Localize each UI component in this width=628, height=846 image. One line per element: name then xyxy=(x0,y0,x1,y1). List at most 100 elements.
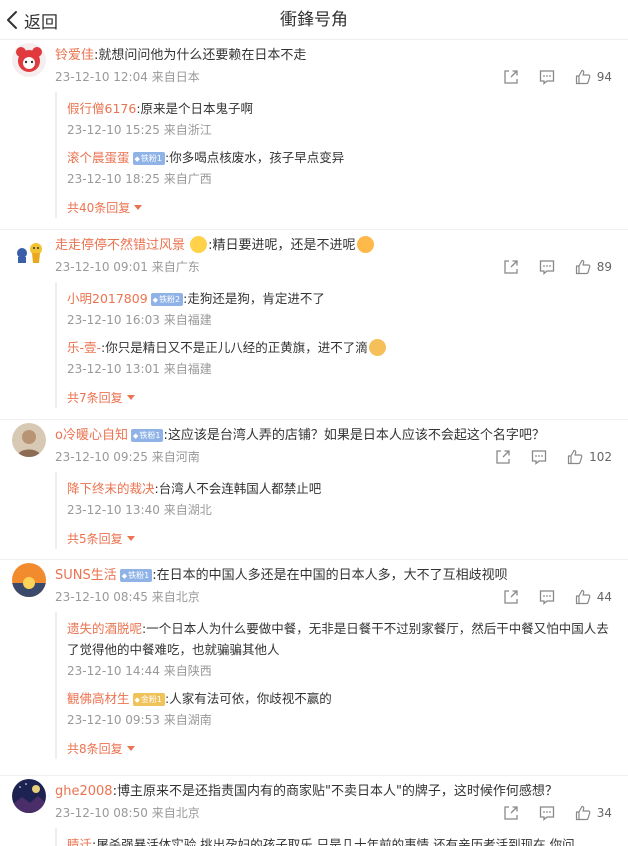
comment-icon xyxy=(531,450,547,465)
share-icon xyxy=(504,260,518,274)
comment-feed: 铃爱佳:就想问问他为什么还要赖在日本不走 23-12-10 12:04 来自日本… xyxy=(0,40,628,846)
caret-down-icon xyxy=(126,395,135,400)
reply-time: 23-12-10 13:01 xyxy=(67,362,160,376)
reply-body: :原来是个日本鬼子啊 xyxy=(136,101,254,116)
like-count: 44 xyxy=(596,590,612,604)
reply-list: 遗失的酒脱呢:一个日本人为什么要做中餐，无非是日餐干不过别家餐厅，然后干中餐又怕… xyxy=(55,612,616,759)
reply-button[interactable] xyxy=(539,589,555,605)
comment-actions: 34 xyxy=(483,802,612,824)
comment-text: 走走停停不然错过风景 :精日要进呢，还是不进呢 xyxy=(0,236,628,256)
share-button[interactable] xyxy=(503,589,519,605)
reply-source: 来自湖北 xyxy=(163,503,212,517)
reply-item: 遗失的酒脱呢:一个日本人为什么要做中餐，无非是日餐干不过别家餐厅，然后干中餐又怕… xyxy=(67,618,616,682)
username-link[interactable]: ghe2008 xyxy=(55,784,113,799)
reply-item: 假行僧6176:原来是个日本鬼子啊 23-12-10 15:25 来自浙江 xyxy=(67,98,616,141)
reply-item: 滚个晨蛋蛋 ◆铁粉1:你多喝点核废水，孩子早点变异 23-12-10 18:25 … xyxy=(67,147,616,190)
reply-button[interactable] xyxy=(539,259,555,275)
username-link[interactable]: SUNS生活 xyxy=(55,568,117,583)
like-button[interactable]: 102 xyxy=(567,446,612,468)
surprised-emoji-icon xyxy=(356,236,374,253)
reply-source: 来自浙江 xyxy=(163,123,212,137)
more-replies-link[interactable]: 共40条回复 xyxy=(67,198,143,218)
comment-actions: 44 xyxy=(483,586,612,608)
like-button[interactable]: 89 xyxy=(575,256,612,278)
comment-item: o冷暖心自知 ◆铁粉1:这应该是台湾人弄的店铺？如果是日本人应该不会起这个名字吧？… xyxy=(0,420,628,560)
page-title: 衝鋒号角 xyxy=(280,10,348,30)
smile-emoji-icon xyxy=(190,236,208,253)
comment-item: ghe2008:博主原来不是还指责国内有的商家贴"不卖日本人"的牌子，这时候作何… xyxy=(0,776,628,846)
caret-down-icon xyxy=(134,205,143,210)
reply-username[interactable]: 小明2017809 xyxy=(67,291,148,306)
reply-time: 23-12-10 15:25 xyxy=(67,123,160,137)
comment-text: o冷暖心自知 ◆铁粉1:这应该是台湾人弄的店铺？如果是日本人应该不会起这个名字吧？ xyxy=(0,426,628,446)
reply-body: :你多喝点核废水，孩子早点变异 xyxy=(165,150,345,165)
reply-source: 来自陕西 xyxy=(163,664,212,678)
reply-body: :屠杀强暴活体实验 挑出孕妇的孩子取乐 只是几十年前的事情 还有亲历者活到现在 … xyxy=(92,837,575,846)
share-icon xyxy=(504,806,518,820)
comment-item: 走走停停不然错过风景 :精日要进呢，还是不进呢 23-12-10 09:01 来… xyxy=(0,230,628,420)
reply-time: 23-12-10 18:25 xyxy=(67,172,160,186)
reply-list: 假行僧6176:原来是个日本鬼子啊 23-12-10 15:25 来自浙江 滚个… xyxy=(55,92,616,218)
reply-list: 小明2017809 ◆铁粉2:走狗还是狗，肯定进不了 23-12-10 16:03… xyxy=(55,282,616,408)
like-count: 34 xyxy=(596,806,612,820)
reply-body: :走狗还是狗，肯定进不了 xyxy=(183,291,325,306)
comment-source: 来自北京 xyxy=(151,590,200,604)
reply-item: 睛迁:屠杀强暴活体实验 挑出孕妇的孩子取乐 只是几十年前的事情 还有亲历者活到现… xyxy=(67,834,616,846)
share-button[interactable] xyxy=(495,449,511,465)
like-button[interactable]: 44 xyxy=(575,586,612,608)
comment-source: 来自广东 xyxy=(151,260,200,274)
reply-button[interactable] xyxy=(531,449,547,465)
reply-username[interactable]: 観佛高材生 xyxy=(67,691,130,706)
back-label: 返回 xyxy=(24,12,58,33)
fan-badge: ◆铁粉1 xyxy=(130,429,164,442)
fan-badge: ◆铁粉1 xyxy=(119,569,153,582)
more-replies-link[interactable]: 共5条回复 xyxy=(67,529,135,549)
reply-list: 睛迁:屠杀强暴活体实验 挑出孕妇的孩子取乐 只是几十年前的事情 还有亲历者活到现… xyxy=(55,828,616,846)
share-button[interactable] xyxy=(503,259,519,275)
reply-item: 小明2017809 ◆铁粉2:走狗还是狗，肯定进不了 23-12-10 16:03… xyxy=(67,288,616,331)
reply-username[interactable]: 遗失的酒脱呢 xyxy=(67,621,142,636)
comment-actions: 102 xyxy=(475,446,612,468)
reply-button[interactable] xyxy=(539,69,555,85)
reply-username[interactable]: 降下终末的裁决 xyxy=(67,481,155,496)
like-button[interactable]: 34 xyxy=(575,802,612,824)
username-link[interactable]: 铃爱佳 xyxy=(55,48,94,63)
comment-text: 铃爱佳:就想问问他为什么还要赖在日本不走 xyxy=(0,46,628,66)
username-link[interactable]: o冷暖心自知 xyxy=(55,428,128,443)
reply-body: :你只是精日又不是正儿八经的正黄旗，进不了滴 xyxy=(101,340,368,355)
thumbs-up-icon xyxy=(575,69,591,85)
reply-time: 23-12-10 14:44 xyxy=(67,664,160,678)
share-button[interactable] xyxy=(503,805,519,821)
reply-body: :一个日本人为什么要做中餐，无非是日餐干不过别家餐厅，然后干中餐又怕中国人去了觉… xyxy=(67,621,609,657)
reply-username[interactable]: 睛迁 xyxy=(67,837,92,846)
comment-meta: 23-12-10 09:25 来自河南 102 xyxy=(0,446,628,468)
thumbs-up-icon xyxy=(567,449,583,465)
comment-time: 23-12-10 09:25 xyxy=(55,450,148,464)
like-button[interactable]: 94 xyxy=(575,66,612,88)
reply-source: 来自湖南 xyxy=(163,713,212,727)
reply-list: 降下终末的裁决:台湾人不会连韩国人都禁止吧 23-12-10 13:40 来自湖… xyxy=(55,472,616,549)
thumbs-up-icon xyxy=(575,589,591,605)
username-link[interactable]: 走走停停不然错过风景 xyxy=(55,238,185,253)
reply-username[interactable]: 乐-壹- xyxy=(67,340,101,355)
reply-time: 23-12-10 09:53 xyxy=(67,713,160,727)
top-nav-bar: 返回 衝鋒号角 xyxy=(0,0,628,40)
comment-time: 23-12-10 12:04 xyxy=(55,70,148,84)
comment-icon xyxy=(539,806,554,821)
share-icon xyxy=(496,450,510,464)
reply-username[interactable]: 假行僧6176 xyxy=(67,101,136,116)
comment-source: 来自日本 xyxy=(151,70,200,84)
reply-username[interactable]: 滚个晨蛋蛋 xyxy=(67,150,130,165)
comment-meta: 23-12-10 09:01 来自广东 89 xyxy=(0,256,628,278)
reply-time: 23-12-10 16:03 xyxy=(67,313,160,327)
reply-body: :人家有法可依，你歧视不赢的 xyxy=(165,691,332,706)
fan-badge: ◆铁粉2 xyxy=(150,293,184,306)
more-replies-link[interactable]: 共7条回复 xyxy=(67,388,135,408)
reply-button[interactable] xyxy=(539,805,555,821)
back-button[interactable]: 返回 xyxy=(6,6,58,34)
share-button[interactable] xyxy=(503,69,519,85)
comment-body: :博主原来不是还指责国内有的商家贴"不卖日本人"的牌子，这时候作何感想？ xyxy=(112,784,558,799)
cat-emoji-icon xyxy=(368,339,386,356)
reply-body: :台湾人不会连韩国人都禁止吧 xyxy=(154,481,322,496)
more-replies-link[interactable]: 共8条回复 xyxy=(67,739,135,759)
